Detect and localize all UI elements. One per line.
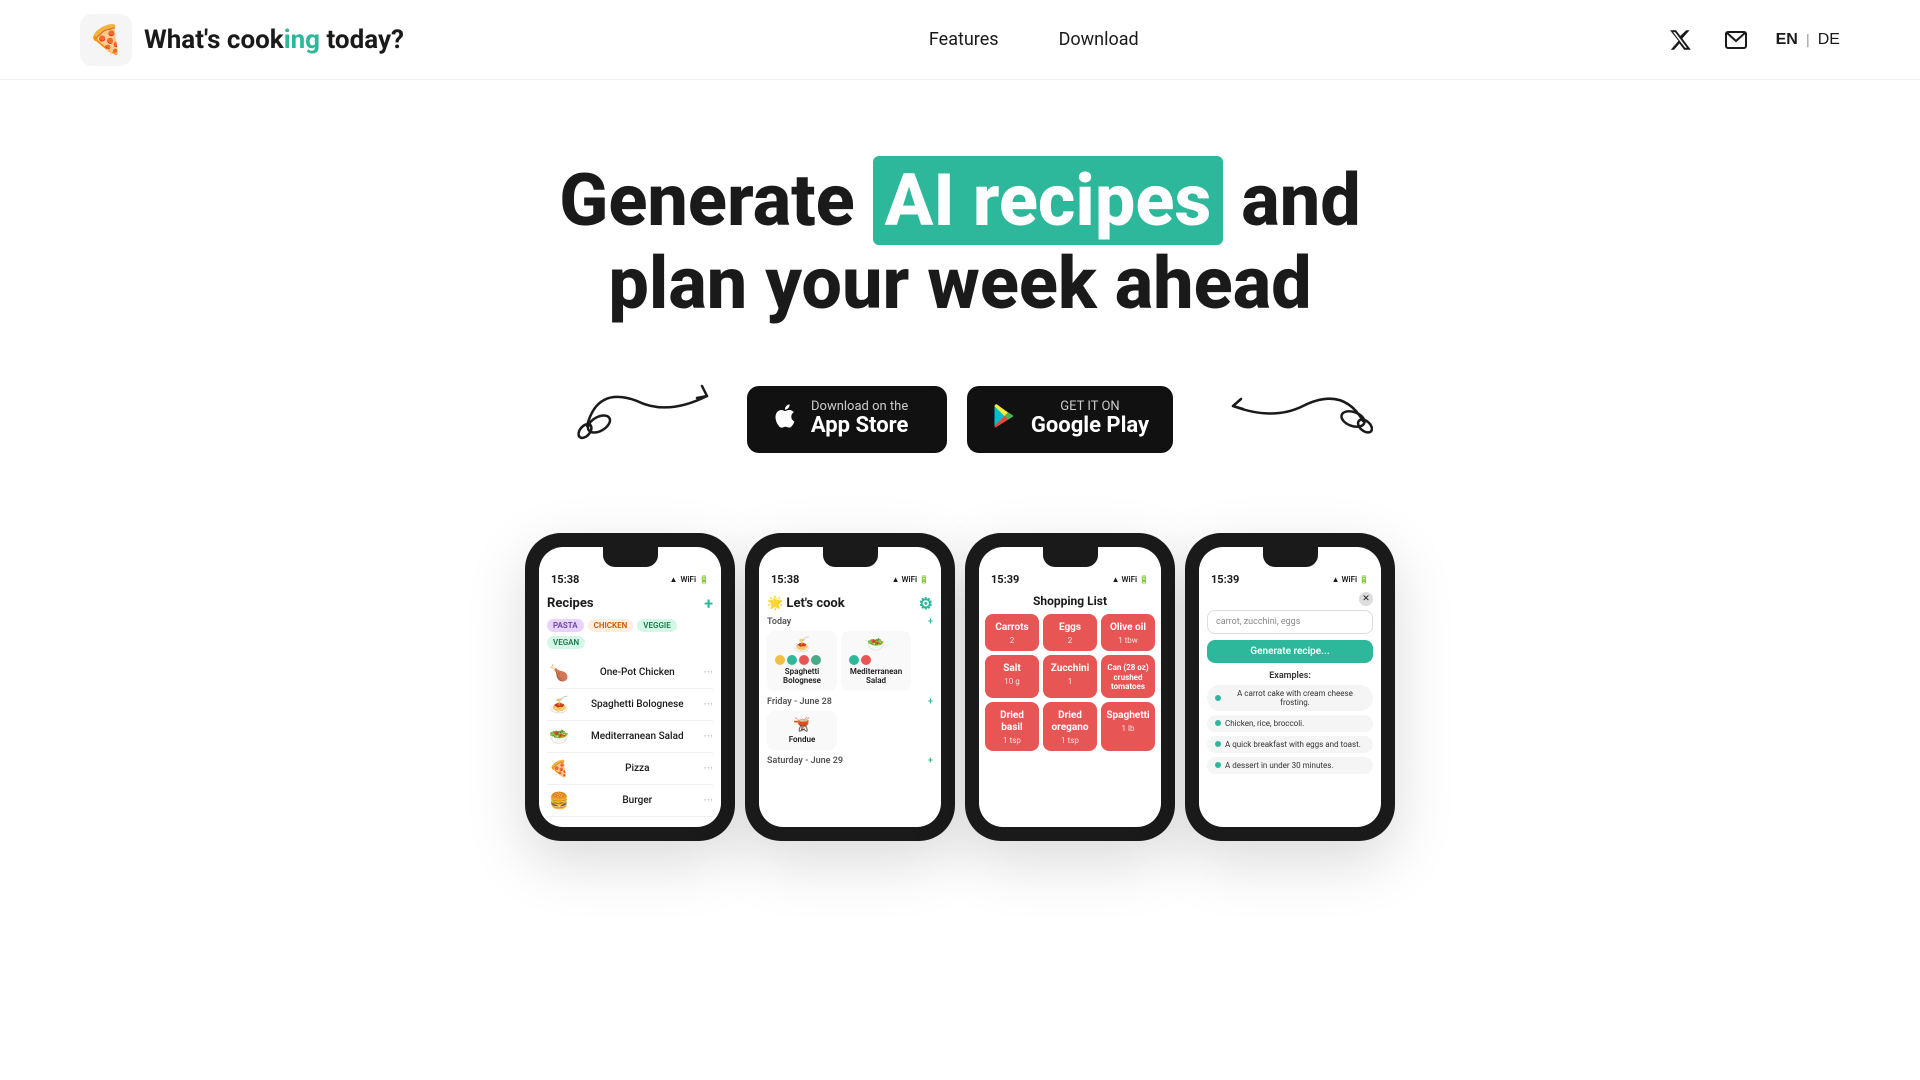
lang-en[interactable]: EN — [1776, 31, 1798, 49]
appstore-name: App Store — [811, 413, 909, 439]
phone-ai: 15:39 ▲ WiFi 🔋 ✕ carrot, zucchini, eggs … — [1180, 533, 1400, 841]
logo-icon: 🍕 — [80, 14, 132, 66]
hero-title-before: Generate — [559, 158, 872, 243]
download-buttons: Download on the App Store GET IT ON Goog… — [747, 386, 1173, 453]
logo-text: What's cooking today? — [144, 25, 404, 55]
apple-icon — [771, 400, 799, 438]
arrow-left-deco — [577, 366, 717, 446]
googleplay-text: GET IT ON Google Play — [1031, 400, 1149, 439]
hero-section: Generate AI recipes and plan your week a… — [0, 80, 1920, 901]
appstore-button[interactable]: Download on the App Store — [747, 386, 947, 453]
logo: 🍕 What's cooking today? — [80, 14, 404, 66]
phone-recipes: 15:38 ▲WiFi🔋 Recipes + PASTA CHICKEN — [520, 533, 740, 841]
hero-title: Generate AI recipes and plan your week a… — [559, 160, 1360, 326]
header-right: EN | DE — [1664, 24, 1840, 56]
language-switcher: EN | DE — [1776, 30, 1840, 49]
googleplay-label: GET IT ON — [1031, 400, 1149, 413]
hero-title-line2: plan your week ahead — [559, 243, 1360, 326]
appstore-text: Download on the App Store — [811, 400, 909, 439]
appstore-label: Download on the — [811, 400, 909, 413]
hero-title-highlight: AI recipes — [873, 156, 1224, 245]
phone-mockups: 15:38 ▲WiFi🔋 Recipes + PASTA CHICKEN — [440, 533, 1480, 841]
header: 🍕 What's cooking today? Features Downloa… — [0, 0, 1920, 80]
main-nav: Features Download — [929, 29, 1139, 50]
logo-text-suffix: today? — [320, 25, 404, 55]
googleplay-button[interactable]: GET IT ON Google Play — [967, 386, 1173, 453]
nav-features[interactable]: Features — [929, 29, 999, 50]
hero-title-after: and — [1223, 158, 1360, 243]
nav-download[interactable]: Download — [1059, 29, 1139, 50]
lang-separator: | — [1806, 30, 1810, 49]
logo-text-highlight: ing — [284, 25, 320, 55]
logo-text-prefix: What's cook — [144, 25, 284, 55]
google-play-icon — [991, 400, 1019, 438]
googleplay-name: Google Play — [1031, 413, 1149, 439]
phone-mealplan: 15:38 ▲ WiFi 🔋 🌟 Let's cook ⚙ Today + — [740, 533, 960, 841]
twitter-icon[interactable] — [1664, 24, 1696, 56]
phone-shopping: 15:39 ▲ WiFi 🔋 Shopping List Carrots 2 E… — [960, 533, 1180, 841]
lang-de[interactable]: DE — [1818, 31, 1840, 49]
email-icon[interactable] — [1720, 24, 1752, 56]
arrow-right-deco — [1213, 371, 1373, 451]
